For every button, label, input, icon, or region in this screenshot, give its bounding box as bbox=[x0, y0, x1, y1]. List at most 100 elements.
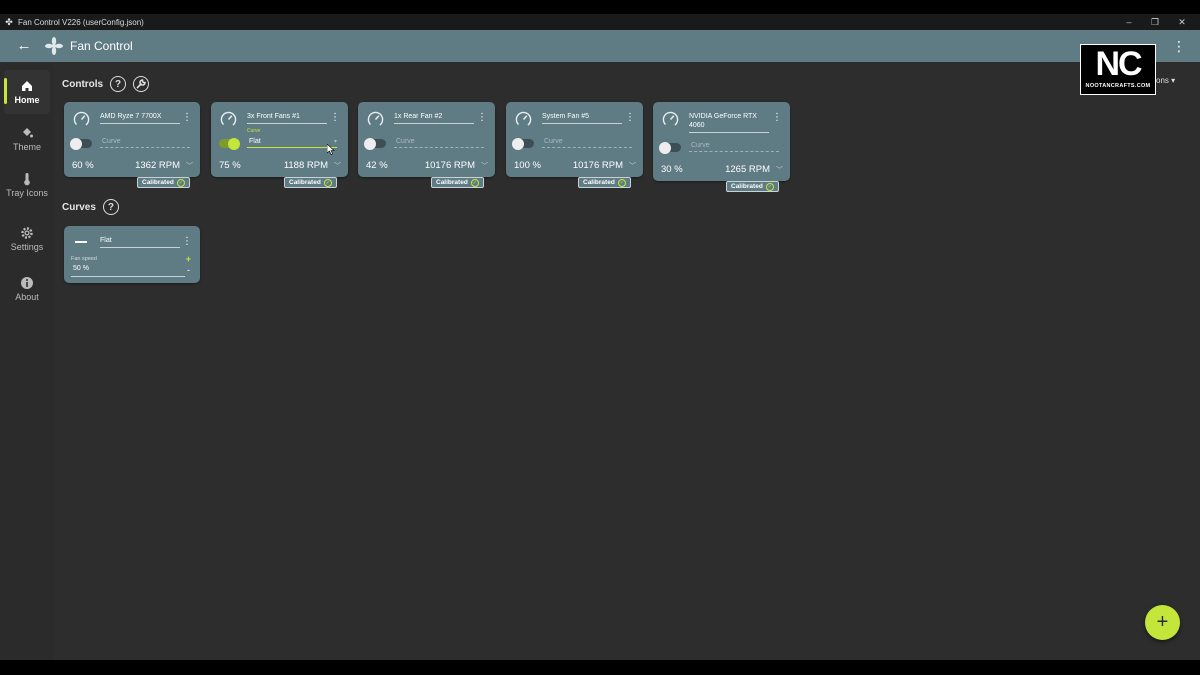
sidebar-item-theme[interactable]: Theme bbox=[4, 126, 50, 152]
sidebar-item-label: Home bbox=[14, 95, 40, 105]
check-circle-icon: ✓ bbox=[617, 178, 626, 187]
curve-label: Curve bbox=[247, 128, 261, 134]
chevron-down-icon[interactable]: ﹀ bbox=[629, 161, 636, 171]
curve-select[interactable]: Curve bbox=[689, 140, 779, 152]
gauge-icon bbox=[73, 111, 90, 128]
fan-speed-input[interactable]: 50 % bbox=[71, 265, 185, 277]
control-card-nvidia-gpu[interactable]: NVIDIA GeForce RTX 4060 ⋮ Curve 30 % 126… bbox=[653, 102, 790, 181]
app-logo-icon: ✤ bbox=[5, 17, 13, 27]
calibrated-badge: Calibrated ✓ bbox=[431, 177, 484, 188]
curve-select[interactable]: Curve bbox=[542, 136, 632, 148]
curve-placeholder: Curve bbox=[691, 142, 710, 149]
control-name[interactable]: AMD Ryze 7 7700X bbox=[100, 112, 180, 124]
control-rpm: 1362 RPM bbox=[135, 160, 180, 171]
gauge-icon bbox=[662, 111, 679, 128]
control-card-rear-fan[interactable]: 1x Rear Fan #2 ⋮ Curve 42 % 10176 RPM ﹀ bbox=[358, 102, 495, 177]
minimize-button[interactable]: – bbox=[1115, 14, 1143, 30]
curves-section-header: Curves ? bbox=[62, 199, 119, 215]
control-card-amd-ryzen[interactable]: AMD Ryze 7 7700X ⋮ Curve 60 % 1362 RPM ﹀ bbox=[64, 102, 200, 177]
control-menu-icon[interactable]: ⋮ bbox=[625, 113, 635, 123]
home-icon bbox=[22, 81, 32, 91]
control-percent: 30 % bbox=[661, 164, 683, 175]
control-percent: 100 % bbox=[514, 160, 541, 171]
control-percent: 75 % bbox=[219, 160, 241, 171]
app-menu-icon[interactable]: ⋮ bbox=[1172, 38, 1186, 54]
control-card-system-fan[interactable]: System Fan #5 ⋮ Curve 100 % 10176 RPM ﹀ bbox=[506, 102, 643, 177]
control-name[interactable]: System Fan #5 bbox=[542, 112, 622, 124]
curve-menu-icon[interactable]: ⋮ bbox=[182, 237, 192, 247]
curve-placeholder: Curve bbox=[102, 138, 121, 145]
control-menu-icon[interactable]: ⋮ bbox=[330, 113, 340, 123]
control-toggle[interactable] bbox=[219, 137, 240, 150]
watermark-logo: NC NOOTANCRAFTS.COM bbox=[1080, 44, 1156, 95]
chevron-down-icon[interactable]: ﹀ bbox=[334, 161, 341, 171]
controls-help-button[interactable]: ? bbox=[110, 76, 127, 92]
wrench-icon bbox=[136, 79, 146, 89]
sidebar-item-tray-icons[interactable]: Tray Icons bbox=[4, 172, 50, 198]
control-toggle[interactable] bbox=[659, 141, 681, 154]
chevron-down-icon[interactable]: ﹀ bbox=[186, 161, 193, 171]
fan-logo-icon bbox=[44, 36, 64, 56]
controls-section-header: Controls ? bbox=[62, 76, 150, 92]
curve-placeholder: Curve bbox=[544, 138, 563, 145]
check-circle-icon: ✓ bbox=[323, 178, 332, 187]
sidebar-item-label: Tray Icons bbox=[6, 188, 48, 198]
paint-bucket-icon bbox=[23, 128, 33, 138]
control-menu-icon[interactable]: ⋮ bbox=[477, 113, 487, 123]
control-menu-icon[interactable]: ⋮ bbox=[182, 113, 192, 123]
curve-card-flat[interactable]: Flat ⋮ Fan speed + 50 % - bbox=[64, 226, 200, 283]
info-icon bbox=[21, 277, 33, 289]
chevron-down-icon[interactable]: ﹀ bbox=[776, 165, 783, 175]
control-card-front-fans[interactable]: 3x Front Fans #1 ⋮ Curve Flat ▾ 75 % 118… bbox=[211, 102, 348, 177]
calibrated-badge: Calibrated ✓ bbox=[578, 177, 631, 188]
sidebar-item-about[interactable]: About bbox=[4, 276, 50, 302]
control-rpm: 10176 RPM bbox=[572, 160, 623, 171]
control-toggle[interactable] bbox=[70, 137, 92, 150]
curves-title: Curves bbox=[62, 201, 96, 213]
add-button[interactable]: + bbox=[1145, 605, 1180, 640]
curve-select[interactable]: Curve Flat ▾ bbox=[247, 128, 337, 148]
app-title: Fan Control bbox=[70, 39, 133, 53]
chevron-down-icon[interactable]: ﹀ bbox=[481, 161, 488, 171]
sidebar-item-label: Settings bbox=[10, 242, 44, 252]
window-titlebar: ✤ Fan Control V226 (userConfig.json) – ❐… bbox=[0, 14, 1200, 30]
control-rpm: 1188 RPM bbox=[283, 160, 328, 171]
gear-icon bbox=[21, 227, 33, 239]
control-toggle[interactable] bbox=[364, 137, 386, 150]
control-name[interactable]: 1x Rear Fan #2 bbox=[394, 112, 474, 124]
options-menu-partial[interactable]: ons ▾ bbox=[1156, 76, 1175, 85]
gauge-icon bbox=[515, 111, 532, 128]
control-name[interactable]: 3x Front Fans #1 bbox=[247, 112, 327, 124]
maximize-button[interactable]: ❐ bbox=[1141, 14, 1169, 30]
control-toggle[interactable] bbox=[512, 137, 534, 150]
window-title: Fan Control V226 (userConfig.json) bbox=[18, 17, 144, 27]
gauge-icon bbox=[367, 111, 384, 128]
curve-select[interactable]: Curve bbox=[100, 136, 190, 148]
decrement-button[interactable]: - bbox=[187, 265, 190, 275]
control-rpm: 1265 RPM bbox=[725, 164, 770, 175]
controls-title: Controls bbox=[62, 78, 104, 90]
letterbox-top bbox=[0, 0, 1200, 14]
sidebar-item-label: Theme bbox=[12, 142, 41, 152]
control-menu-icon[interactable]: ⋮ bbox=[772, 113, 782, 123]
curve-value: Flat bbox=[249, 138, 261, 145]
check-circle-icon: ✓ bbox=[765, 182, 774, 191]
wrench-button[interactable] bbox=[133, 76, 150, 92]
sidebar-item-settings[interactable]: Settings bbox=[4, 226, 50, 252]
gauge-icon bbox=[220, 111, 237, 128]
back-arrow-icon[interactable]: ← bbox=[14, 36, 34, 56]
sidebar-item-home[interactable]: Home bbox=[4, 70, 50, 114]
curve-name[interactable]: Flat bbox=[100, 236, 180, 248]
calibrated-badge: Calibrated ✓ bbox=[137, 177, 190, 188]
control-name[interactable]: NVIDIA GeForce RTX 4060 bbox=[689, 112, 769, 133]
increment-button[interactable]: + bbox=[186, 254, 191, 264]
close-button[interactable]: ✕ bbox=[1168, 14, 1196, 30]
thermometer-icon bbox=[24, 173, 30, 186]
curve-select[interactable]: Curve bbox=[394, 136, 484, 148]
main-content: Controls ? ons ▾ AMD Ryze 7 7700X ⋮ Curv… bbox=[54, 62, 1200, 660]
check-circle-icon: ✓ bbox=[470, 178, 479, 187]
curves-help-button[interactable]: ? bbox=[102, 199, 119, 215]
calibrated-badge: Calibrated ✓ bbox=[726, 181, 779, 192]
calibrated-badge: Calibrated ✓ bbox=[284, 177, 337, 188]
control-percent: 60 % bbox=[72, 160, 94, 171]
